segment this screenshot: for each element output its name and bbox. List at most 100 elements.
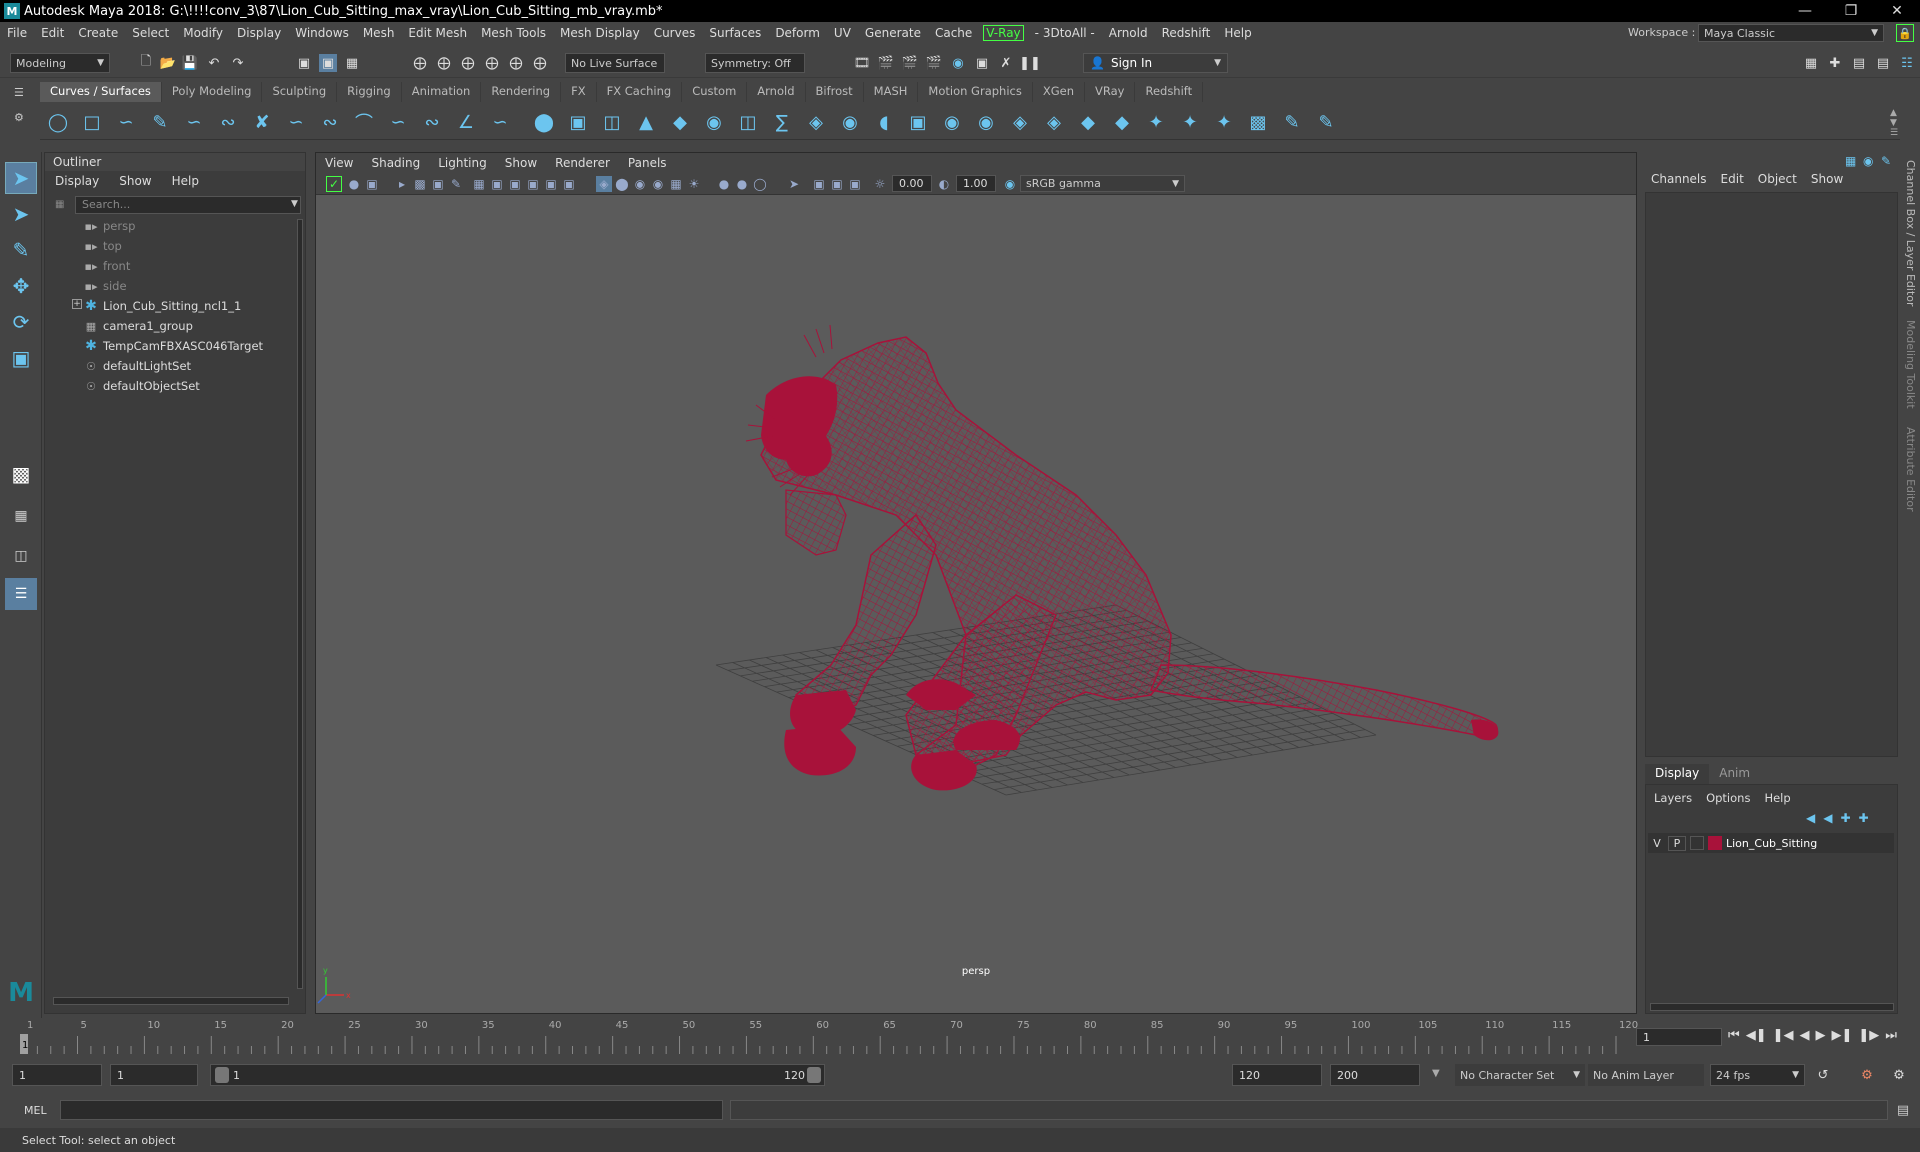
grease-pencil-icon[interactable]: ✎ [448, 176, 464, 192]
snap-grid-icon[interactable]: ⨁ [411, 54, 429, 72]
loft-icon[interactable]: ∑ [770, 110, 794, 134]
outliner-menu-display[interactable]: Display [45, 174, 109, 188]
move-tool-icon[interactable]: ✥ [5, 270, 37, 302]
shelf-tab-poly-modeling[interactable]: Poly Modeling [161, 82, 263, 102]
revolve-icon[interactable]: ◫ [736, 110, 760, 134]
minimize-icon[interactable]: — [1782, 0, 1828, 22]
play-forwards-icon[interactable]: ▶ [1815, 1028, 1825, 1043]
nurbs-circle-icon[interactable]: ◯ [46, 110, 70, 134]
render-setup-icon[interactable]: ▣ [973, 54, 991, 72]
shelf-tab-redshift[interactable]: Redshift [1135, 82, 1204, 102]
nurbs-cylinder-icon[interactable]: ◫ [600, 110, 624, 134]
snap-surface-icon[interactable]: ⨁ [507, 54, 525, 72]
layer-playback-toggle[interactable]: P [1668, 835, 1686, 851]
shelf-tab-fx[interactable]: FX [561, 82, 597, 102]
wireframe-icon[interactable]: ◈ [596, 176, 612, 192]
character-set-dropdown[interactable]: No Character Set ▼ [1455, 1064, 1585, 1086]
auto-key-icon[interactable]: ⚙ [1858, 1066, 1876, 1084]
extend-curve-icon[interactable]: ∾ [420, 110, 444, 134]
command-input[interactable] [60, 1100, 723, 1120]
step-back-frame-icon[interactable]: ◀❚ [1746, 1028, 1767, 1043]
open-scene-icon[interactable]: 📂 [159, 54, 177, 72]
menu-mesh[interactable]: Mesh [356, 26, 402, 40]
detach-curves-icon[interactable]: ∽ [284, 110, 308, 134]
shelf-tab-mash[interactable]: MASH [863, 82, 919, 102]
shelf-tab-rigging[interactable]: Rigging [337, 82, 402, 102]
range-slider-end-handle[interactable] [807, 1067, 821, 1083]
rebuild-curve-icon[interactable]: ∾ [318, 110, 342, 134]
field-chart-icon[interactable]: ▣ [543, 176, 559, 192]
menu-display[interactable]: Display [230, 26, 288, 40]
layer-name[interactable]: Lion_Cub_Sitting [1726, 837, 1817, 850]
layer-display-type[interactable] [1690, 836, 1704, 850]
gamma-field[interactable]: 1.00 [956, 175, 996, 192]
shelf-tab-bifrost[interactable]: Bifrost [805, 82, 864, 102]
bevel-plus-icon[interactable]: ▣ [906, 110, 930, 134]
nurbs-plane-icon[interactable]: ◆ [668, 110, 692, 134]
layer-color-swatch[interactable] [1708, 836, 1722, 850]
outliner-layout-icon[interactable]: ☰ [5, 578, 37, 610]
new-layer-icon[interactable]: ✚ [1840, 811, 1850, 825]
live-surface-field[interactable]: No Live Surface [565, 53, 665, 73]
layer-visibility-toggle[interactable]: V [1648, 837, 1666, 850]
channel-menu-show[interactable]: Show [1811, 172, 1843, 186]
script-editor-icon[interactable]: ▤ [1894, 1101, 1912, 1119]
planar-icon[interactable]: ◈ [804, 110, 828, 134]
isolate-select-icon[interactable]: ➤ [786, 176, 802, 192]
animation-end-field[interactable]: 200 [1330, 1064, 1420, 1086]
menu-generate[interactable]: Generate [858, 26, 928, 40]
pause-render-icon[interactable]: ❚❚ [1019, 54, 1041, 72]
viewport-menu-panels[interactable]: Panels [619, 156, 676, 170]
xray-joints-icon[interactable]: ▣ [829, 176, 845, 192]
animation-start-field[interactable]: 1 [12, 1064, 102, 1086]
project-curve-icon[interactable]: ◉ [940, 110, 964, 134]
image-plane-icon[interactable]: ▩ [412, 176, 428, 192]
layer-tab-display[interactable]: Display [1645, 764, 1710, 784]
color-management-icon[interactable]: ◉ [1002, 176, 1018, 192]
close-icon[interactable]: ✕ [1874, 0, 1920, 22]
xray-icon[interactable]: ▣ [811, 176, 827, 192]
layer-menu-layers[interactable]: Layers [1654, 791, 1692, 805]
select-hierarchy-icon[interactable]: ▣ [295, 54, 313, 72]
reverse-curve-icon[interactable]: ∽ [488, 110, 512, 134]
curve-flow-icon[interactable]: ✎ [1314, 110, 1338, 134]
render-settings-icon[interactable]: 🎬 [925, 54, 943, 72]
anim-layer-dropdown[interactable]: No Anim Layer [1588, 1064, 1704, 1086]
untrim-icon[interactable]: ◈ [1042, 110, 1066, 134]
2d-pan-zoom-icon[interactable]: ▣ [430, 176, 446, 192]
menu-file[interactable]: File [0, 26, 34, 40]
range-slider[interactable]: 1 120 [210, 1064, 825, 1086]
save-scene-icon[interactable]: 💾 [181, 54, 199, 72]
attribute-editor-icon[interactable]: ▤ [1850, 54, 1868, 72]
time-slider[interactable]: 1 5 10 15 20 25 30 35 40 45 50 55 60 65 70 75 80 85 90 95 10… [0, 1018, 1920, 1058]
wireframe-on-shaded-icon[interactable]: ◉ [632, 176, 648, 192]
lasso-tool-icon[interactable]: ➤ [5, 198, 37, 230]
shelf-tab-vray[interactable]: VRay [1085, 82, 1136, 102]
shelf-scroll-icon[interactable]: ▲ ▼ ☰ [1890, 108, 1898, 138]
smooth-shade-icon[interactable]: ⬤ [614, 176, 630, 192]
move-layer-down-icon[interactable]: ◀ [1823, 811, 1832, 825]
outliner-item[interactable]: ▪▸ persp [83, 216, 136, 236]
menu-mesh-tools[interactable]: Mesh Tools [474, 26, 553, 40]
toggle-channel-icon[interactable]: ▦ [1845, 154, 1856, 168]
render-frame-icon[interactable]: 🎬 [877, 54, 895, 72]
nurbs-sphere-icon[interactable]: ⬤ [532, 110, 556, 134]
restore-icon[interactable]: ❐ [1828, 0, 1874, 22]
insert-knot-icon[interactable]: ∽ [386, 110, 410, 134]
sign-in-button[interactable]: 👤 Sign In ▼ [1083, 53, 1228, 73]
expand-icon[interactable]: + [72, 299, 82, 309]
menu-help[interactable]: Help [1217, 26, 1258, 40]
shelf-tab-xgen[interactable]: XGen [1032, 82, 1085, 102]
menu-select[interactable]: Select [125, 26, 176, 40]
render-view-icon[interactable]: 🎞 [853, 54, 871, 72]
select-camera-icon[interactable]: ✓ [326, 176, 342, 192]
single-perspective-layout-icon[interactable]: ▩ [5, 458, 37, 490]
outliner-item[interactable]: ▪▸ front [83, 256, 131, 276]
lion-cub-wireframe-mesh[interactable] [745, 324, 1499, 791]
menu-edit-mesh[interactable]: Edit Mesh [401, 26, 474, 40]
menu-arnold[interactable]: Arnold [1102, 26, 1155, 40]
snap-point-icon[interactable]: ⨁ [459, 54, 477, 72]
scene-canvas[interactable]: y x [316, 195, 1636, 1013]
birail-icon[interactable]: ◖ [872, 110, 896, 134]
shelf-tab-sculpting[interactable]: Sculpting [262, 82, 338, 102]
